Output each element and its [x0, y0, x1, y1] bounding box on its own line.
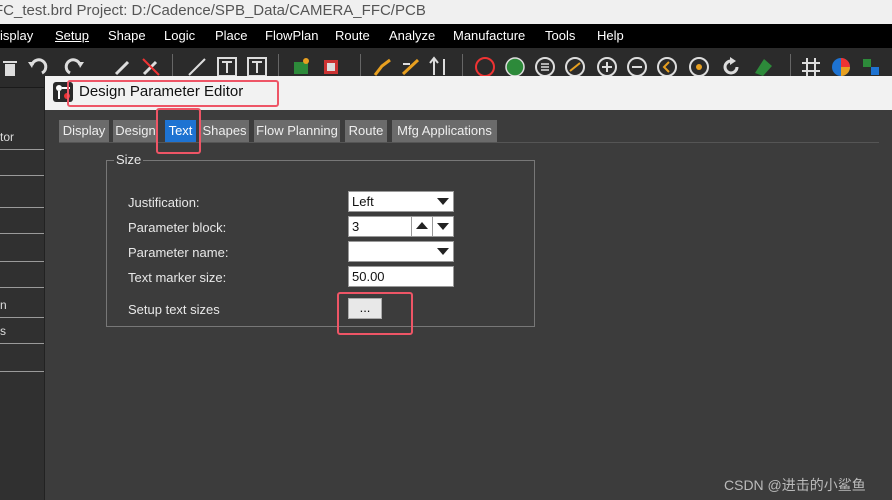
left-panel-label: n: [0, 298, 7, 312]
tab-display[interactable]: Display: [59, 120, 109, 142]
left-panel-label: tor: [0, 130, 15, 144]
tab-shapes[interactable]: Shapes: [200, 120, 249, 142]
color-icon[interactable]: [830, 56, 852, 78]
left-panel-row[interactable]: tor: [0, 124, 44, 150]
tab-flow-planning[interactable]: Flow Planning: [254, 120, 340, 142]
menu-logic[interactable]: Logic: [164, 28, 195, 43]
left-panel-row[interactable]: s: [0, 318, 44, 344]
grid-icon[interactable]: [800, 56, 822, 78]
undo-icon[interactable]: [26, 56, 48, 78]
left-panel: tor n s: [0, 88, 44, 500]
menu-place[interactable]: Place: [215, 28, 248, 43]
left-panel-row[interactable]: [0, 150, 44, 176]
watermark: CSDN @进击的小鲨鱼: [724, 477, 866, 493]
menu-manufacture[interactable]: Manufacture: [453, 28, 525, 43]
parameter-name-label: Parameter name:: [128, 245, 229, 260]
layers-icon[interactable]: [860, 56, 882, 78]
left-panel-row[interactable]: n: [0, 292, 44, 318]
menu-analyze[interactable]: Analyze: [389, 28, 435, 43]
button-highlight-box: [337, 292, 413, 335]
setup-text-sizes-label: Setup text sizes: [128, 302, 220, 317]
left-panel-row[interactable]: [0, 262, 44, 288]
route-icon[interactable]: [372, 56, 394, 78]
text-marker-size-input[interactable]: 50.00: [348, 266, 454, 287]
parameter-block-spinbox[interactable]: 3: [348, 216, 454, 237]
chevron-down-icon: [437, 248, 449, 255]
delete-icon[interactable]: [0, 56, 22, 78]
zoom-in-icon[interactable]: [596, 56, 618, 78]
list-icon[interactable]: [534, 56, 556, 78]
title-highlight-box: [67, 80, 279, 107]
board-icon[interactable]: [752, 56, 774, 78]
zoom-center-icon[interactable]: [688, 56, 710, 78]
slide-icon[interactable]: [400, 56, 422, 78]
left-panel-row[interactable]: [0, 182, 44, 208]
text-tool-icon[interactable]: [216, 56, 238, 78]
redo-icon[interactable]: [64, 56, 86, 78]
menu-tools[interactable]: Tools: [545, 28, 575, 43]
arrow-down-icon: [437, 223, 449, 230]
component-icon[interactable]: [290, 56, 312, 78]
menu-help[interactable]: Help: [597, 28, 624, 43]
tab-mfg-applications[interactable]: Mfg Applications: [392, 120, 497, 142]
text-marker-size-label: Text marker size:: [128, 270, 227, 285]
justification-value: Left: [352, 194, 374, 209]
menu-flowplan[interactable]: FlowPlan: [265, 28, 318, 43]
chip-icon[interactable]: [320, 56, 342, 78]
parameter-block-value: 3: [352, 219, 360, 234]
text-edit-icon[interactable]: [246, 56, 268, 78]
justification-select[interactable]: Left: [348, 191, 454, 212]
parameter-block-label: Parameter block:: [128, 220, 227, 235]
zoom-previous-icon[interactable]: [656, 56, 678, 78]
menu-route[interactable]: Route: [335, 28, 370, 43]
zoom-out-icon[interactable]: [626, 56, 648, 78]
menu-display[interactable]: isplay: [0, 28, 33, 43]
left-panel-row[interactable]: [0, 346, 44, 372]
measure-icon[interactable]: [564, 56, 586, 78]
spin-up-button[interactable]: [411, 217, 432, 236]
redraw-icon[interactable]: [720, 56, 742, 78]
window-title: FC_test.brd Project: D:/Cadence/SPB_Data…: [0, 2, 426, 19]
size-group-title: Size: [114, 152, 144, 167]
tab-route[interactable]: Route: [345, 120, 387, 142]
analyze-icon[interactable]: [504, 56, 526, 78]
window-title-bar: FC_test.brd Project: D:/Cadence/SPB_Data…: [0, 0, 892, 24]
left-panel-row[interactable]: [0, 208, 44, 234]
menu-bar: isplay Setup Shape Logic Place FlowPlan …: [0, 24, 892, 48]
left-panel-row[interactable]: [0, 236, 44, 262]
arrow-up-icon: [416, 222, 428, 229]
pencil-icon[interactable]: [112, 56, 134, 78]
sort-icon[interactable]: [428, 56, 450, 78]
tab-design[interactable]: Design: [113, 120, 158, 142]
drc-icon[interactable]: [474, 56, 496, 78]
no-edit-icon[interactable]: [140, 56, 162, 78]
justification-label: Justification:: [128, 195, 200, 210]
line-icon[interactable]: [186, 56, 208, 78]
spin-down-button[interactable]: [432, 217, 453, 236]
tab-highlight-box: [156, 108, 201, 154]
design-parameter-editor-dialog: Design Parameter Editor Display Design T…: [44, 76, 892, 500]
chevron-down-icon: [437, 198, 449, 205]
left-panel-label: s: [0, 324, 6, 338]
menu-shape[interactable]: Shape: [108, 28, 146, 43]
menu-setup[interactable]: Setup: [55, 28, 89, 43]
parameter-name-select[interactable]: [348, 241, 454, 262]
